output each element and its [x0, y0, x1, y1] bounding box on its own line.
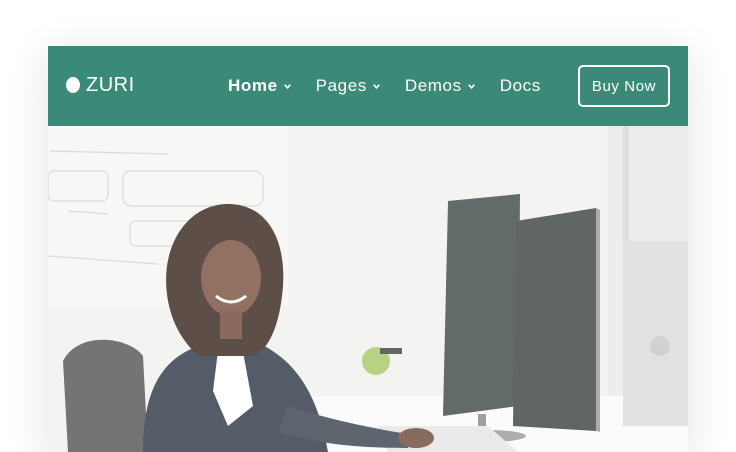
brand-logo[interactable]: ZURI [66, 75, 135, 95]
chevron-down-icon [467, 83, 475, 89]
preview-card: ZURI Home Pages Demos Docs Buy Now [48, 46, 688, 452]
circle-logo-icon [66, 77, 80, 93]
chevron-down-icon [373, 83, 380, 89]
chevron-down-icon [283, 83, 291, 89]
nav-item-label: Docs [499, 76, 541, 95]
nav-item-home[interactable]: Home [228, 76, 292, 96]
brand-name: ZURI [86, 74, 135, 96]
navbar: ZURI Home Pages Demos Docs Buy Now [48, 46, 688, 126]
nav-item-label: Pages [315, 76, 367, 95]
nav-item-label: Demos [404, 76, 462, 95]
nav-item-docs[interactable]: Docs [500, 76, 541, 96]
nav-item-pages[interactable]: Pages [316, 76, 381, 96]
main-menu: Home Pages Demos Docs [228, 76, 565, 96]
nav-item-label: Home [228, 76, 278, 95]
buy-now-button[interactable]: Buy Now [578, 65, 670, 107]
nav-item-demos[interactable]: Demos [405, 76, 476, 96]
hero-image [48, 126, 688, 452]
